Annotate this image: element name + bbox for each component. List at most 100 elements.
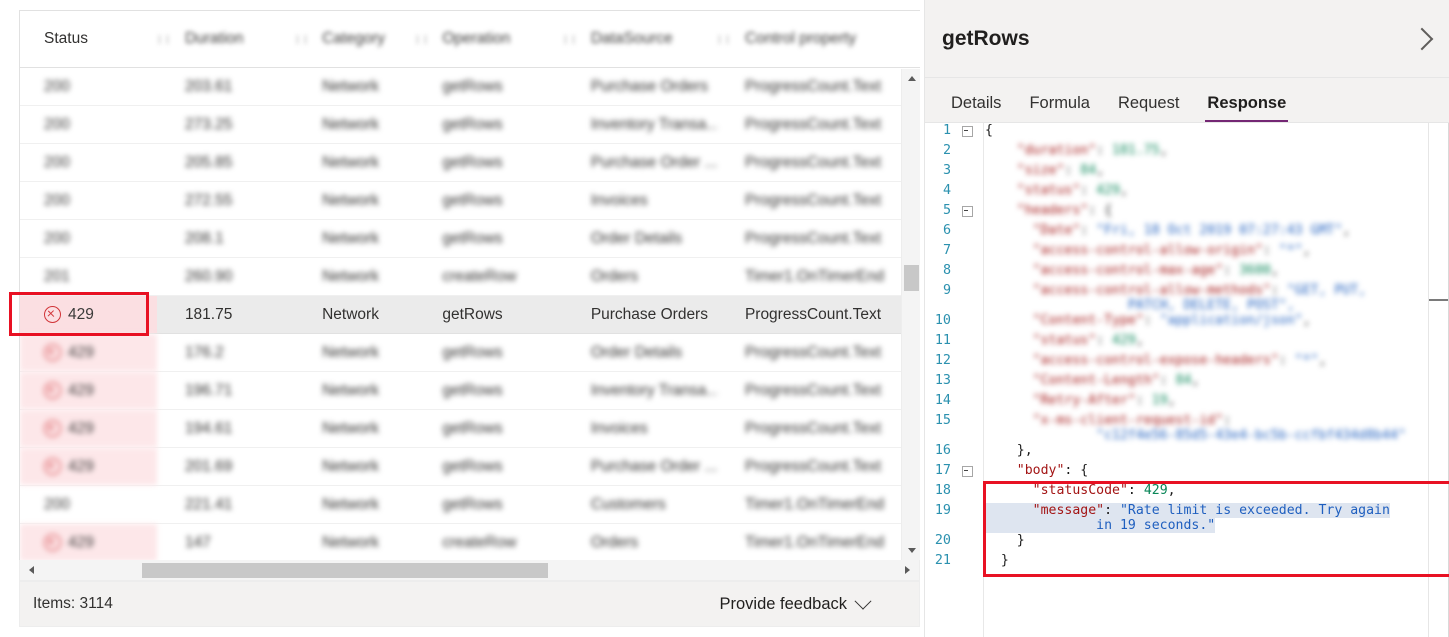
table-row[interactable]: 200 272.55 Network getRows Invoices ProgressC… <box>20 182 920 220</box>
column-header-control-property[interactable]: Control property <box>731 30 920 48</box>
cell-spacer <box>157 270 171 284</box>
cell-duration: 221.41 <box>184 495 233 513</box>
column-resize-grip-5[interactable] <box>717 32 731 46</box>
table-row[interactable]: 429 196.71 Network getRows Inventory Transa.… <box>20 372 920 410</box>
tab-response[interactable]: Response <box>1193 94 1300 122</box>
cell-spacer <box>294 346 308 360</box>
status-code-text: 429 <box>68 381 94 399</box>
cell-category: Network <box>322 267 379 285</box>
status-code-text: 429 <box>68 343 94 361</box>
cell-spacer <box>414 308 428 322</box>
column-resize-grip-3[interactable] <box>414 32 428 46</box>
cell-spacer <box>563 270 577 284</box>
response-code-viewer[interactable]: 1{2 "duration": 181.75, 3 "size": 84, 4 "s… <box>925 123 1449 637</box>
cell-operation: getRows <box>442 191 503 209</box>
cell-category: Network <box>322 457 379 475</box>
table-row[interactable]: 201 260.90 Network createRow Orders Timer1.On… <box>20 258 920 296</box>
cell-operation: getRows <box>442 457 503 475</box>
line-number: 16 <box>934 443 951 458</box>
scroll-right-arrow-icon[interactable] <box>898 560 917 579</box>
table-header-row: Status Duration Category Operation DataS… <box>20 11 920 68</box>
scroll-left-arrow-icon[interactable] <box>22 560 41 579</box>
vertical-scrollbar-thumb[interactable] <box>904 265 919 291</box>
cell-duration: 203.61 <box>184 77 233 95</box>
column-resize-grip-1[interactable] <box>157 32 171 46</box>
cell-spacer <box>157 384 171 398</box>
error-circle-x-icon <box>44 534 61 551</box>
cell-duration: 205.85 <box>184 153 233 171</box>
cell-spacer <box>294 194 308 208</box>
fold-toggle-icon[interactable] <box>957 463 977 477</box>
table-row[interactable]: 200 273.25 Network getRows Inventory Transa.… <box>20 106 920 144</box>
table-row[interactable]: 200 208.1 Network getRows Order Details Progr… <box>20 220 920 258</box>
cell-duration: 201.69 <box>184 457 233 475</box>
chevron-right-icon[interactable] <box>1410 27 1434 50</box>
table-row[interactable]: 200 205.85 Network getRows Purchase Order ..… <box>20 144 920 182</box>
code-line: 20 } <box>925 533 1449 553</box>
horizontal-scrollbar-thumb[interactable] <box>142 563 548 578</box>
table-row[interactable]: 429 181.75 Network getRows Purchase Orders Pr… <box>20 296 920 334</box>
cell-spacer <box>717 270 731 284</box>
cell-spacer <box>717 384 731 398</box>
cell-category: Network <box>322 229 379 247</box>
scroll-up-arrow-icon[interactable] <box>902 69 920 88</box>
line-number: 13 <box>934 373 951 388</box>
table-row[interactable]: 200 203.61 Network getRows Purchase Orders Pr… <box>20 68 920 106</box>
column-header-duration[interactable]: Duration <box>171 30 294 48</box>
cell-spacer <box>563 346 577 360</box>
fold-toggle-icon[interactable] <box>957 203 977 217</box>
cell-control: ProgressCount.Text <box>744 419 882 437</box>
code-line: 17 "body": { <box>925 463 1449 483</box>
code-text: }, <box>985 443 1033 458</box>
cell-category: Network <box>322 153 379 171</box>
fold-toggle-icon[interactable] <box>957 123 977 137</box>
cell-spacer <box>294 384 308 398</box>
cell-spacer <box>563 536 577 550</box>
scroll-down-arrow-icon[interactable] <box>902 541 920 560</box>
table-row[interactable]: 429 194.61 Network getRows Invoices ProgressC… <box>20 410 920 448</box>
cell-spacer <box>294 118 308 132</box>
column-resize-grip-2[interactable] <box>294 32 308 46</box>
detail-tabs: Details Formula Request Response <box>925 78 1449 123</box>
tab-details[interactable]: Details <box>937 94 1015 122</box>
line-number: 18 <box>934 483 951 498</box>
network-table-pane: Status Duration Category Operation DataS… <box>0 0 925 637</box>
table-horizontal-scrollbar[interactable] <box>19 560 920 581</box>
column-resize-grip-4[interactable] <box>563 32 577 46</box>
code-text: "Content-Length": 84, <box>985 373 1200 388</box>
column-header-category[interactable]: Category <box>308 30 414 48</box>
table-vertical-scrollbar[interactable] <box>901 69 920 560</box>
cell-spacer <box>717 536 731 550</box>
status-bar: Items: 3114 Provide feedback <box>19 581 920 627</box>
table-row[interactable]: 429 201.69 Network getRows Purchase Order ..… <box>20 448 920 486</box>
cell-duration: 196.71 <box>184 381 233 399</box>
cell-control: ProgressCount.Text <box>744 153 882 171</box>
tab-formula[interactable]: Formula <box>1015 94 1104 122</box>
cell-datasource: Purchase Order ... <box>590 457 717 475</box>
table-body: 200 203.61 Network getRows Purchase Orders Pr… <box>20 68 920 560</box>
line-number: 4 <box>942 183 951 198</box>
cell-operation: getRows <box>442 495 503 513</box>
column-header-status[interactable]: Status <box>20 30 157 48</box>
tab-request[interactable]: Request <box>1104 94 1193 122</box>
column-header-datasource[interactable]: DataSource <box>577 30 717 48</box>
page-title: getRows <box>942 26 1030 50</box>
code-line: 21 } <box>925 553 1449 573</box>
cell-duration: 260.90 <box>184 267 233 285</box>
table-row[interactable]: 429 176.2 Network getRows Order Details Progr… <box>20 334 920 372</box>
code-text: "size": 84, <box>985 163 1105 178</box>
table-row[interactable]: 200 221.41 Network getRows Customers Timer1.O… <box>20 486 920 524</box>
cell-spacer <box>563 232 577 246</box>
line-number: 5 <box>942 203 951 218</box>
line-number: 8 <box>942 263 951 278</box>
code-scrollbar-divider <box>1428 123 1429 637</box>
provide-feedback-button[interactable]: Provide feedback <box>698 582 890 626</box>
cell-category: Network <box>322 381 379 399</box>
line-number: 3 <box>942 163 951 178</box>
column-header-operation[interactable]: Operation <box>428 30 562 48</box>
table-row[interactable]: 429 147 Network createRow Orders Timer1.OnTim… <box>20 524 920 560</box>
